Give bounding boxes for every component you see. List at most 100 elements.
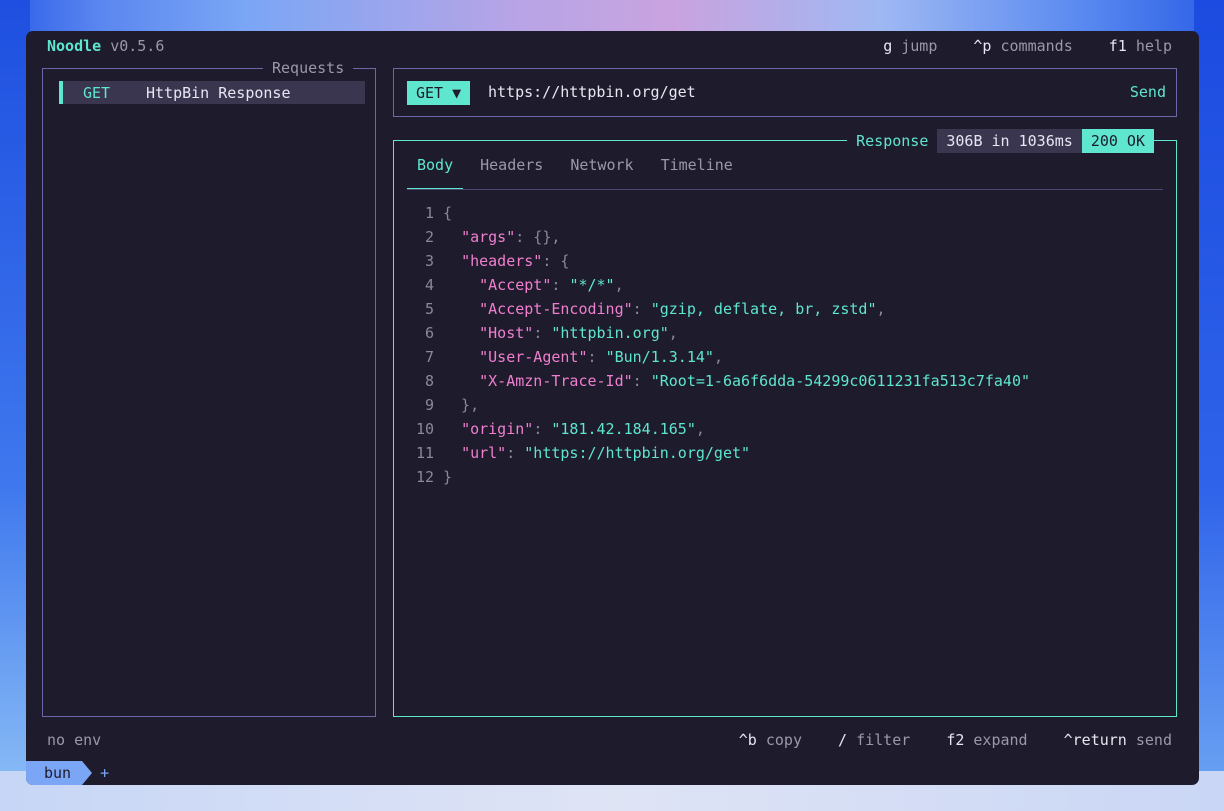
shortcut-key: ^return xyxy=(1063,731,1127,749)
top-shortcuts: g jump ^p commands f1 help xyxy=(856,37,1172,57)
app-version: v0.5.6 xyxy=(110,37,165,55)
json-punctuation xyxy=(443,348,479,366)
json-punctuation xyxy=(443,300,479,318)
json-key: "args" xyxy=(461,228,516,246)
json-punctuation: : xyxy=(587,348,606,366)
footer-shortcuts: ^b copy / filter f2 expand ^return send xyxy=(712,731,1172,751)
shortcut-copy[interactable]: ^b copy xyxy=(739,731,802,749)
response-panel: Response 306B in 1036ms 200 OK Body Head… xyxy=(393,129,1177,717)
code-text: "User-Agent": "Bun/1.3.14", xyxy=(443,345,723,369)
json-punctuation xyxy=(443,372,479,390)
code-line: 2 "args": {}, xyxy=(408,225,1030,249)
json-punctuation: , xyxy=(668,324,678,342)
tab-headers[interactable]: Headers xyxy=(470,155,553,188)
shortcut-jump[interactable]: g jump xyxy=(883,37,937,55)
response-header: Response 306B in 1036ms 200 OK xyxy=(847,129,1154,153)
json-punctuation: : xyxy=(506,444,525,462)
workspace-tabs: bun + xyxy=(26,761,109,785)
shortcut-label: expand xyxy=(973,731,1028,749)
code-line: 5 "Accept-Encoding": "gzip, deflate, br,… xyxy=(408,297,1030,321)
shortcut-key: f1 xyxy=(1108,37,1127,55)
json-string: "*/*" xyxy=(569,276,615,294)
shortcut-key: / xyxy=(838,731,848,749)
line-number: 8 xyxy=(424,372,434,390)
json-punctuation: , xyxy=(876,300,886,318)
chevron-down-icon: ▼ xyxy=(452,84,462,102)
title-bar: Noodle v0.5.6 g jump ^p commands f1 help xyxy=(47,37,1172,57)
json-punctuation: , xyxy=(614,276,624,294)
json-punctuation: : xyxy=(551,276,570,294)
shortcut-expand[interactable]: f2 expand xyxy=(946,731,1027,749)
json-punctuation: : xyxy=(632,300,651,318)
app-title: Noodle v0.5.6 xyxy=(47,37,164,57)
json-key: "url" xyxy=(461,444,507,462)
line-number: 7 xyxy=(424,348,434,366)
code-text: }, xyxy=(443,393,479,417)
shortcut-help[interactable]: f1 help xyxy=(1109,37,1172,55)
json-punctuation xyxy=(443,252,461,270)
shortcut-label: jump xyxy=(901,37,938,55)
app-window: Noodle v0.5.6 g jump ^p commands f1 help … xyxy=(26,31,1199,785)
json-string: "Bun/1.3.14" xyxy=(605,348,714,366)
shortcut-label: filter xyxy=(856,731,911,749)
json-punctuation xyxy=(443,444,461,462)
code-line: 6 "Host": "httpbin.org", xyxy=(408,321,1030,345)
json-punctuation: : {}, xyxy=(515,228,561,246)
send-button[interactable]: Send xyxy=(1130,83,1166,101)
shortcut-label: commands xyxy=(1000,37,1073,55)
json-punctuation xyxy=(443,276,479,294)
code-text: "Host": "httpbin.org", xyxy=(443,321,678,345)
shortcut-label: help xyxy=(1135,37,1172,55)
tab-body[interactable]: Body xyxy=(407,155,464,189)
code-text: "args": {}, xyxy=(443,225,560,249)
response-tabs: Body Headers Network Timeline xyxy=(407,155,1163,190)
json-punctuation: , xyxy=(695,420,705,438)
url-input[interactable]: https://httpbin.org/get xyxy=(488,83,696,101)
json-key: "Host" xyxy=(479,324,534,342)
code-text: "X-Amzn-Trace-Id": "Root=1-6a6f6dda-5429… xyxy=(443,369,1030,393)
json-string: "gzip, deflate, br, zstd" xyxy=(650,300,877,318)
add-tab-button[interactable]: + xyxy=(100,764,109,782)
json-punctuation: , xyxy=(713,348,723,366)
code-line: 12} xyxy=(408,465,1030,489)
json-punctuation: }, xyxy=(443,396,480,414)
response-body-code: 1{2 "args": {}, 3 "headers": {4 "Accept":… xyxy=(408,201,1030,489)
shortcut-key: ^p xyxy=(973,37,992,55)
request-method: GET xyxy=(83,83,111,102)
status-badge: 200 OK xyxy=(1081,129,1154,153)
method-label: GET xyxy=(416,84,444,102)
json-string: "httpbin.org" xyxy=(551,324,669,342)
line-number: 2 xyxy=(424,228,434,246)
line-number: 1 xyxy=(424,204,434,222)
json-key: "headers" xyxy=(461,252,543,270)
tab-timeline[interactable]: Timeline xyxy=(651,155,743,188)
code-text: { xyxy=(443,201,452,225)
json-punctuation xyxy=(443,228,461,246)
request-item[interactable]: GET HttpBin Response xyxy=(59,81,365,104)
shortcut-key: ^b xyxy=(738,731,757,749)
workspace-tab-bun[interactable]: bun xyxy=(26,761,93,785)
line-number: 10 xyxy=(415,420,434,438)
request-name: HttpBin Response xyxy=(146,83,291,102)
line-number: 11 xyxy=(415,444,434,462)
method-select[interactable]: GET ▼ xyxy=(407,81,471,105)
shortcut-filter[interactable]: / filter xyxy=(838,731,910,749)
status-bar: no env ^b copy / filter f2 expand ^retur… xyxy=(47,731,1172,751)
json-string: "https://httpbin.org/get" xyxy=(524,444,751,462)
environment-label[interactable]: no env xyxy=(47,731,101,751)
code-line: 3 "headers": { xyxy=(408,249,1030,273)
shortcut-send[interactable]: ^return send xyxy=(1064,731,1172,749)
json-key: "Accept" xyxy=(479,276,552,294)
json-punctuation xyxy=(443,324,479,342)
tab-network[interactable]: Network xyxy=(560,155,643,188)
code-text: "Accept-Encoding": "gzip, deflate, br, z… xyxy=(443,297,886,321)
code-text: "Accept": "*/*", xyxy=(443,273,624,297)
json-string: "Root=1-6a6f6dda-54299c0611231fa513c7fa4… xyxy=(650,372,1031,390)
shortcut-commands[interactable]: ^p commands xyxy=(973,37,1072,55)
code-text: "headers": { xyxy=(443,249,569,273)
requests-panel: Requests GET HttpBin Response xyxy=(42,59,376,717)
json-key: "X-Amzn-Trace-Id" xyxy=(479,372,633,390)
line-number: 4 xyxy=(424,276,434,294)
json-key: "Accept-Encoding" xyxy=(479,300,633,318)
code-text: "origin": "181.42.184.165", xyxy=(443,417,705,441)
